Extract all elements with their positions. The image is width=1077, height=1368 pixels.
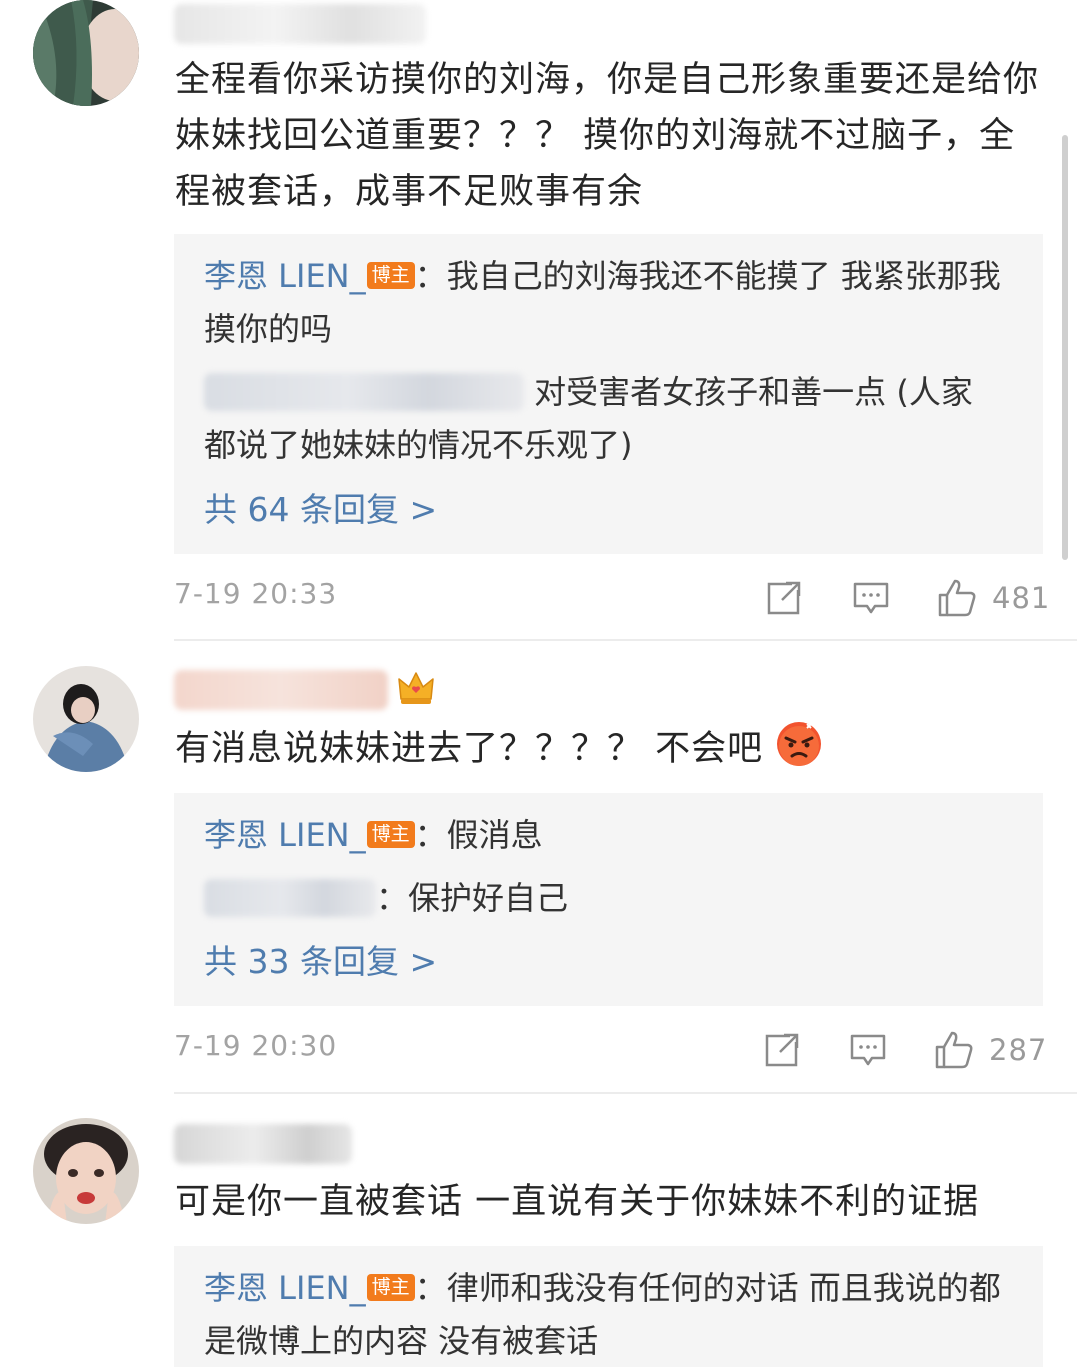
thumbs-up-icon [935, 1031, 973, 1069]
divider [174, 1092, 1077, 1094]
thumbs-up-icon [938, 579, 976, 617]
reply-author[interactable]: 李恩 LIEN_ [204, 816, 366, 854]
like-count: 287 [989, 1033, 1048, 1067]
reply-1: 李恩 LIEN_ 博主 ：假消息 [204, 809, 1004, 862]
avatar[interactable] [33, 666, 139, 772]
comment-meta: 7-19 20:33 481 [174, 573, 1049, 623]
share-button[interactable] [762, 1025, 802, 1075]
timestamp: 7-19 20:30 [174, 1029, 338, 1062]
comment-text: 有消息说妹妹进去了？？？？ 不会吧 [175, 720, 1045, 785]
host-badge: 博主 [366, 1274, 415, 1301]
avatar-image [33, 666, 139, 772]
share-icon [767, 581, 801, 615]
scrollbar[interactable] [1062, 135, 1068, 560]
comment-button[interactable] [848, 1025, 888, 1075]
comment-icon [853, 582, 889, 614]
reply-2: ：保护好自己 [204, 872, 1004, 925]
reply-author-blurred[interactable] [204, 373, 524, 411]
host-badge: 博主 [366, 821, 415, 848]
reply-box[interactable]: 李恩 LIEN_ 博主 ：假消息 ：保护好自己 共 33 条回复 > [174, 793, 1043, 1006]
share-button[interactable] [764, 573, 804, 623]
comment-text: 可是你一直被套话 一直说有关于你妹妹不利的证据 [175, 1182, 980, 1222]
username-blurred[interactable] [174, 670, 388, 710]
username-blurred[interactable] [174, 4, 426, 44]
timestamp: 7-19 20:33 [174, 577, 338, 610]
reply-text: ：保护好自己 [376, 879, 569, 917]
comment-meta: 7-19 20:30 287 [174, 1025, 1047, 1075]
username-blurred[interactable] [174, 1124, 352, 1164]
reply-box[interactable]: 李恩 LIEN_ 博主 ：我自己的刘海我还不能摸了 我紧张那我摸你的吗 对受害者女孩… [174, 234, 1043, 554]
avatar-image [33, 0, 139, 106]
comment-text: 全程看你采访摸你的刘海，你是自己形象重要还是给你妹妹找回公道重要？？？ 摸你的刘… [175, 60, 1040, 212]
like-button[interactable]: 287 [933, 1025, 1047, 1075]
angry-face-icon [775, 720, 823, 785]
divider [174, 639, 1077, 641]
share-icon [765, 1033, 799, 1067]
comment-button[interactable] [851, 573, 891, 623]
avatar-image [33, 1118, 139, 1224]
more-replies-link[interactable]: 共 33 条回复 > [204, 937, 437, 987]
more-replies-link[interactable]: 共 64 条回复 > [204, 485, 437, 535]
crown-icon [397, 669, 435, 711]
comment-text-content: 有消息说妹妹进去了？？？？ 不会吧 [175, 729, 764, 769]
reply-1: 李恩 LIEN_ 博主 ：律师和我没有任何的对话 而且我说的都是微博上的内容 没有被… [204, 1262, 1004, 1368]
comment-icon [850, 1034, 886, 1066]
avatar[interactable] [33, 0, 139, 106]
reply-2: 对受害者女孩子和善一点 (人家都说了她妹妹的情况不乐观了) [204, 366, 1004, 472]
reply-1: 李恩 LIEN_ 博主 ：我自己的刘海我还不能摸了 我紧张那我摸你的吗 [204, 250, 1004, 356]
reply-text: ：假消息 [414, 816, 543, 854]
avatar[interactable] [33, 1118, 139, 1224]
reply-author[interactable]: 李恩 LIEN_ [204, 257, 366, 295]
like-button[interactable]: 481 [936, 573, 1050, 623]
reply-author[interactable]: 李恩 LIEN_ [204, 1269, 366, 1307]
host-badge: 博主 [366, 262, 415, 289]
reply-box[interactable]: 李恩 LIEN_ 博主 ：律师和我没有任何的对话 而且我说的都是微博上的内容 没有被… [174, 1246, 1043, 1367]
reply-author-blurred[interactable] [204, 879, 376, 917]
like-count: 481 [992, 581, 1051, 615]
